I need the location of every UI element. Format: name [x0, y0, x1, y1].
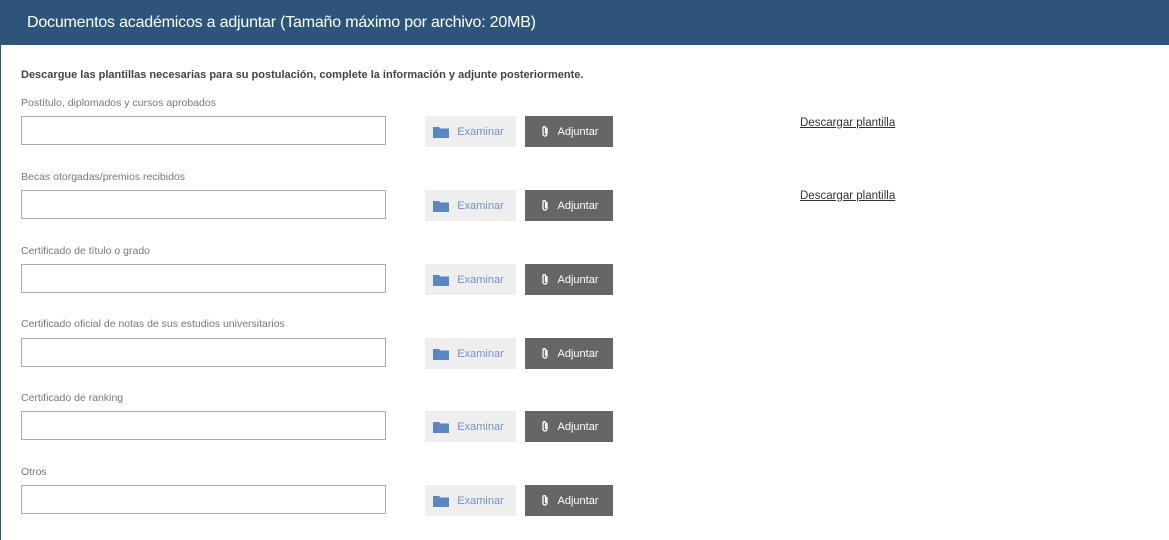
panel-header: Documentos académicos a adjuntar (Tamaño… — [1, 0, 1169, 45]
folder-icon — [433, 274, 450, 286]
paperclip-icon — [541, 495, 548, 506]
download-template-link-becas[interactable]: Descargar plantilla — [800, 190, 895, 202]
browse-button-otros[interactable]: Examinar — [425, 485, 516, 516]
browse-button-label: Examinar — [457, 420, 504, 433]
paperclip-icon — [541, 421, 548, 432]
documents-panel: Documentos académicos a adjuntar (Tamaño… — [0, 0, 1169, 540]
file-input-titulo[interactable] — [21, 264, 386, 293]
field-label-notas: Certificado oficial de notas de sus estu… — [21, 318, 285, 330]
download-template-link-postitulo[interactable]: Descargar plantilla — [800, 117, 895, 129]
attach-button-titulo[interactable]: Adjuntar — [525, 264, 613, 295]
browse-button-titulo[interactable]: Examinar — [425, 264, 516, 295]
folder-icon — [433, 348, 450, 360]
file-input-postitulo[interactable] — [21, 116, 386, 145]
instructions-text: Descargue las plantillas necesarias para… — [21, 69, 584, 81]
paperclip-icon — [541, 200, 548, 211]
field-label-ranking: Certificado de ranking — [21, 392, 124, 404]
browse-button-becas[interactable]: Examinar — [425, 190, 516, 221]
attach-button-label: Adjuntar — [557, 420, 599, 433]
browse-button-label: Examinar — [457, 494, 504, 507]
browse-button-label: Examinar — [457, 347, 504, 360]
browse-button-postitulo[interactable]: Examinar — [425, 116, 516, 147]
attach-button-postitulo[interactable]: Adjuntar — [525, 116, 613, 147]
attach-button-becas[interactable]: Adjuntar — [525, 190, 613, 221]
file-input-notas[interactable] — [21, 338, 386, 367]
field-label-becas: Becas otorgadas/premios recibidos — [21, 171, 186, 183]
attach-button-label: Adjuntar — [557, 273, 599, 286]
attach-button-label: Adjuntar — [557, 125, 599, 138]
browse-button-ranking[interactable]: Examinar — [425, 411, 516, 442]
attach-button-otros[interactable]: Adjuntar — [525, 485, 613, 516]
attach-button-label: Adjuntar — [557, 199, 599, 212]
browse-button-label: Examinar — [457, 199, 504, 212]
folder-icon — [433, 421, 450, 433]
field-label-titulo: Certificado de título o grado — [21, 245, 150, 257]
folder-icon — [433, 126, 450, 138]
browse-button-label: Examinar — [457, 273, 504, 286]
browse-button-label: Examinar — [457, 125, 504, 138]
attach-button-label: Adjuntar — [557, 347, 599, 360]
paperclip-icon — [541, 126, 548, 137]
attach-button-notas[interactable]: Adjuntar — [525, 338, 613, 369]
folder-icon — [433, 495, 450, 507]
file-input-ranking[interactable] — [21, 411, 386, 440]
attach-button-ranking[interactable]: Adjuntar — [525, 411, 613, 442]
folder-icon — [433, 200, 450, 212]
field-label-postitulo: Postítulo, diplomados y cursos aprobados — [21, 97, 216, 109]
paperclip-icon — [541, 274, 548, 285]
field-label-otros: Otros — [21, 466, 47, 478]
file-input-becas[interactable] — [21, 190, 386, 219]
paperclip-icon — [541, 348, 548, 359]
attach-button-label: Adjuntar — [557, 494, 599, 507]
file-input-otros[interactable] — [21, 485, 386, 514]
browse-button-notas[interactable]: Examinar — [425, 338, 516, 369]
